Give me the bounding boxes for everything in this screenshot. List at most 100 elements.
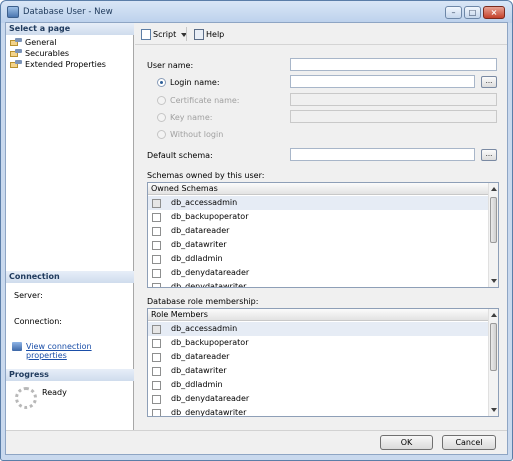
role-row[interactable]: db_ddladmin bbox=[148, 378, 488, 392]
schema-checkbox[interactable] bbox=[152, 255, 161, 264]
role-name: db_accessadmin bbox=[171, 324, 238, 333]
script-label: Script bbox=[153, 30, 177, 39]
page-item-label: Extended Properties bbox=[25, 60, 106, 69]
scroll-up-icon[interactable] bbox=[491, 187, 497, 191]
schema-checkbox[interactable] bbox=[152, 227, 161, 236]
schema-row[interactable]: db_backupoperator bbox=[148, 210, 488, 224]
toolbar: Script Help bbox=[135, 23, 507, 45]
key-name-input[interactable] bbox=[290, 110, 497, 123]
user-name-input[interactable] bbox=[290, 58, 497, 71]
schema-name: db_accessadmin bbox=[171, 198, 238, 207]
view-connection-properties-link[interactable]: View connection properties bbox=[12, 342, 133, 360]
right-pane: Script Help User name: Login name: ... C… bbox=[135, 23, 507, 430]
schema-row[interactable]: db_denydatareader bbox=[148, 266, 488, 280]
connection-header: Connection bbox=[6, 271, 134, 283]
schema-row[interactable]: db_accessadmin bbox=[148, 196, 488, 210]
page-item-extended-properties[interactable]: Extended Properties bbox=[10, 59, 106, 70]
title-bar: Database User - New – □ × bbox=[1, 1, 512, 23]
schema-row[interactable]: db_denydatawriter bbox=[148, 280, 488, 287]
progress-spinner-icon bbox=[15, 387, 37, 409]
login-name-browse-button[interactable]: ... bbox=[481, 76, 497, 88]
schema-checkbox[interactable] bbox=[152, 241, 161, 250]
schema-name: db_denydatawriter bbox=[171, 282, 247, 287]
role-members-column-header[interactable]: Role Members bbox=[148, 309, 488, 321]
schema-row[interactable]: db_ddladmin bbox=[148, 252, 488, 266]
schema-name: db_datawriter bbox=[171, 240, 227, 249]
user-name-label: User name: bbox=[147, 61, 194, 70]
login-name-radio[interactable] bbox=[157, 78, 166, 87]
role-row[interactable]: db_backupoperator bbox=[148, 336, 488, 350]
without-login-radio[interactable] bbox=[157, 130, 166, 139]
schema-row[interactable]: db_datareader bbox=[148, 224, 488, 238]
scroll-down-icon[interactable] bbox=[491, 408, 497, 412]
role-checkbox[interactable] bbox=[152, 367, 161, 376]
schema-name: db_denydatareader bbox=[171, 268, 250, 277]
page-item-securables[interactable]: Securables bbox=[10, 48, 69, 59]
role-row[interactable]: db_accessadmin bbox=[148, 322, 488, 336]
default-schema-input[interactable] bbox=[290, 148, 475, 161]
role-row[interactable]: db_denydatawriter bbox=[148, 406, 488, 416]
owned-schemas-grid: Owned Schemas db_accessadmin db_backupop… bbox=[147, 182, 499, 288]
scroll-thumb[interactable] bbox=[490, 323, 497, 371]
schema-row[interactable]: db_datawriter bbox=[148, 238, 488, 252]
schema-checkbox[interactable] bbox=[152, 269, 161, 278]
connection-label: Connection: bbox=[14, 317, 62, 326]
minimize-button[interactable]: – bbox=[445, 6, 462, 19]
schema-name: db_datareader bbox=[171, 226, 230, 235]
key-name-label: Key name: bbox=[170, 113, 213, 122]
page-icon bbox=[10, 60, 22, 69]
schema-checkbox[interactable] bbox=[152, 213, 161, 222]
scroll-thumb[interactable] bbox=[490, 197, 497, 243]
schema-name: db_backupoperator bbox=[171, 212, 249, 221]
role-membership-label: Database role membership: bbox=[147, 297, 259, 306]
key-name-radio[interactable] bbox=[157, 113, 166, 122]
role-row[interactable]: db_datareader bbox=[148, 350, 488, 364]
role-checkbox[interactable] bbox=[152, 339, 161, 348]
dialog-button-bar: OK Cancel bbox=[6, 430, 507, 454]
without-login-label: Without login bbox=[170, 130, 224, 139]
role-checkbox[interactable] bbox=[152, 381, 161, 390]
scroll-down-icon[interactable] bbox=[491, 279, 497, 283]
owned-schemas-column-header[interactable]: Owned Schemas bbox=[148, 183, 488, 195]
role-checkbox[interactable] bbox=[152, 409, 161, 416]
progress-status: Ready bbox=[42, 388, 67, 397]
maximize-button[interactable]: □ bbox=[464, 6, 481, 19]
server-label: Server: bbox=[14, 291, 43, 300]
roles-scrollbar[interactable] bbox=[488, 309, 498, 416]
close-button[interactable]: × bbox=[483, 6, 505, 19]
database-user-dialog: Database User - New – □ × Select a page … bbox=[0, 0, 513, 461]
schema-checkbox[interactable] bbox=[152, 199, 161, 208]
schemas-owned-label: Schemas owned by this user: bbox=[147, 171, 265, 180]
certificate-name-label: Certificate name: bbox=[170, 96, 240, 105]
role-name: db_datawriter bbox=[171, 366, 227, 375]
certificate-name-input[interactable] bbox=[290, 93, 497, 106]
role-checkbox[interactable] bbox=[152, 353, 161, 362]
cancel-button[interactable]: Cancel bbox=[442, 435, 496, 450]
certificate-name-radio[interactable] bbox=[157, 96, 166, 105]
left-pane: Select a page General Securables Extende… bbox=[6, 23, 134, 430]
role-checkbox[interactable] bbox=[152, 325, 161, 334]
script-button[interactable]: Script bbox=[141, 29, 177, 41]
role-name: db_denydatawriter bbox=[171, 408, 247, 416]
login-name-label: Login name: bbox=[170, 78, 220, 87]
login-name-input[interactable] bbox=[290, 75, 475, 88]
page-item-general[interactable]: General bbox=[10, 37, 57, 48]
role-checkbox[interactable] bbox=[152, 395, 161, 404]
page-item-label: Securables bbox=[25, 49, 70, 58]
schema-name: db_ddladmin bbox=[171, 254, 223, 263]
ok-button[interactable]: OK bbox=[380, 435, 433, 450]
page-item-label: General bbox=[25, 38, 57, 47]
schemas-scrollbar[interactable] bbox=[488, 183, 498, 287]
scroll-up-icon[interactable] bbox=[491, 313, 497, 317]
role-name: db_backupoperator bbox=[171, 338, 249, 347]
schema-checkbox[interactable] bbox=[152, 283, 161, 287]
default-schema-browse-button[interactable]: ... bbox=[481, 149, 497, 161]
window-app-icon bbox=[7, 6, 19, 18]
role-row[interactable]: db_denydatareader bbox=[148, 392, 488, 406]
role-members-grid: Role Members db_accessadmin db_backupope… bbox=[147, 308, 499, 417]
help-icon bbox=[194, 29, 204, 40]
help-button[interactable]: Help bbox=[194, 29, 224, 41]
role-row[interactable]: db_datawriter bbox=[148, 364, 488, 378]
role-name: db_ddladmin bbox=[171, 380, 223, 389]
progress-header: Progress bbox=[6, 369, 134, 381]
